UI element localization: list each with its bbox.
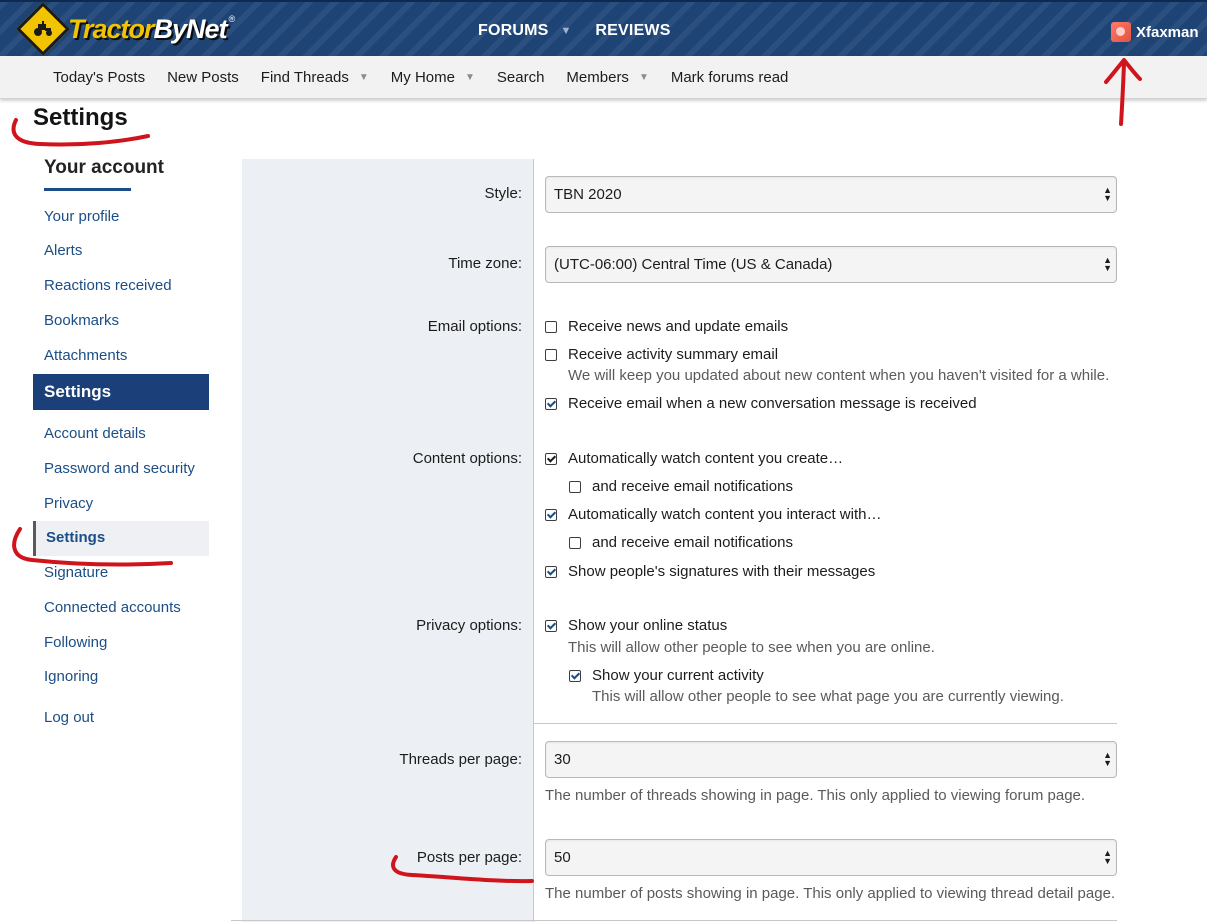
option-label: Show your current activity [592,667,764,684]
email-summary-option[interactable]: Receive activity summary email [545,346,778,363]
email-summary-hint: We will keep you updated about new conte… [568,367,1110,384]
subnav-new-posts[interactable]: New Posts [167,69,239,86]
sidebar-item-privacy[interactable]: Privacy [44,495,93,512]
style-label: Style: [484,185,522,202]
sidebar-item-bookmarks[interactable]: Bookmarks [44,312,119,329]
sidebar-item-your-profile[interactable]: Your profile [44,208,119,225]
sidebar-item-account-details[interactable]: Account details [44,425,146,442]
posts-per-page-hint: The number of posts showing in page. Thi… [545,885,1116,902]
threads-per-page-hint: The number of threads showing in page. T… [545,787,1086,804]
sidebar-heading: Your account [44,157,164,178]
posts-per-page-label: Posts per page: [416,849,522,866]
option-label: and receive email notifications [592,478,793,495]
sidebar-item-signature[interactable]: Signature [44,564,108,581]
avatar[interactable] [1111,22,1131,42]
timezone-select[interactable]: (UTC-06:00) Central Time (US & Canada) ▲… [545,246,1117,283]
select-arrows-icon: ▲ ▼ [1103,848,1112,866]
watch-create-email-option[interactable]: and receive email notifications [569,478,793,495]
threads-per-page-select[interactable]: 30 ▲ ▼ [545,741,1117,778]
option-label: Automatically watch content you create… [568,450,844,467]
sidebar-item-following[interactable]: Following [44,634,107,651]
option-label: Show your online status [568,617,728,634]
sidebar-item-password-security[interactable]: Password and security [44,460,195,477]
watch-interact-email-option[interactable]: and receive email notifications [569,534,793,551]
chevron-down-icon[interactable]: ▼ [561,25,572,37]
option-label: Automatically watch content you interact… [568,506,882,523]
form-section-separator [534,723,1117,724]
signatures-option[interactable]: Show people's signatures with their mess… [545,563,875,580]
sidebar-item-logout[interactable]: Log out [44,709,94,726]
sidebar-item-reactions[interactable]: Reactions received [44,277,172,294]
checkbox-checked[interactable] [569,670,581,682]
form-bottom-border [231,920,1117,921]
email-options-label: Email options: [427,318,522,335]
chevron-down-icon[interactable]: ▼ [465,72,475,83]
option-label: Receive email when a new conversation me… [568,395,977,412]
option-label: and receive email notifications [592,534,793,551]
user-menu[interactable]: Xfaxman [1111,22,1199,42]
timezone-label: Time zone: [448,255,522,272]
chevron-down-icon[interactable]: ▼ [639,72,649,83]
online-status-option[interactable]: Show your online status [545,617,727,634]
threads-per-page-value: 30 [554,751,571,768]
current-activity-hint: This will allow other people to see what… [592,688,1064,705]
current-activity-option[interactable]: Show your current activity [569,667,764,684]
checkbox-checked[interactable] [545,509,557,521]
sub-navigation: Today's Posts New Posts Find Threads ▼ M… [0,56,1207,99]
sidebar-heading-underline [44,188,131,191]
email-news-option[interactable]: Receive news and update emails [545,318,788,335]
posts-per-page-select[interactable]: 50 ▲ ▼ [545,839,1117,876]
logo-trademark: ® [228,14,236,24]
select-arrows-icon: ▲ ▼ [1103,255,1112,273]
select-arrows-icon: ▲ ▼ [1103,185,1112,203]
style-select[interactable]: TBN 2020 ▲ ▼ [545,176,1117,213]
checkbox-checked[interactable] [545,398,557,410]
subnav-my-home[interactable]: My Home [391,69,455,86]
sidebar-item-settings[interactable]: Settings [33,521,209,556]
sidebar-item-attachments[interactable]: Attachments [44,347,127,364]
site-logo[interactable]: TractorByNet ® [16,2,236,56]
subnav-find-threads[interactable]: Find Threads [261,69,349,86]
checkbox-checked[interactable] [545,620,557,632]
nav-reviews[interactable]: REVIEWS [595,22,670,40]
checkbox[interactable] [569,537,581,549]
online-status-hint: This will allow other people to see when… [568,639,935,656]
checkbox-checked[interactable] [545,566,557,578]
timezone-select-value: (UTC-06:00) Central Time (US & Canada) [554,256,833,273]
username[interactable]: Xfaxman [1136,24,1199,41]
subnav-mark-forums-read[interactable]: Mark forums read [671,69,789,86]
posts-per-page-value: 50 [554,849,571,866]
select-arrows-icon: ▲ ▼ [1103,750,1112,768]
checkbox[interactable] [569,481,581,493]
option-label: Receive activity summary email [568,346,779,363]
logo-wordmark: TractorByNet [68,13,228,44]
content-options-label: Content options: [412,450,522,467]
form-divider [533,159,534,922]
form-label-column [242,159,534,922]
subnav-search[interactable]: Search [497,69,545,86]
checkbox-checked[interactable] [545,453,557,465]
tractor-sign-icon [16,2,70,56]
privacy-options-label: Privacy options: [416,617,522,634]
sidebar-item-alerts[interactable]: Alerts [44,242,82,259]
sidebar-item-ignoring[interactable]: Ignoring [44,668,98,685]
subnav-members[interactable]: Members [566,69,629,86]
email-conversation-option[interactable]: Receive email when a new conversation me… [545,395,977,412]
main-nav: FORUMS ▼ REVIEWS [478,22,671,40]
checkbox[interactable] [545,349,557,361]
threads-per-page-label: Threads per page: [399,751,522,768]
chevron-down-icon[interactable]: ▼ [359,72,369,83]
option-label: Receive news and update emails [568,318,789,335]
sidebar-section-settings: Settings [33,374,209,410]
option-label: Show people's signatures with their mess… [568,563,876,580]
style-select-value: TBN 2020 [554,186,622,203]
subnav-todays-posts[interactable]: Today's Posts [53,69,145,86]
checkbox[interactable] [545,321,557,333]
sidebar-item-connected-accounts[interactable]: Connected accounts [44,599,181,616]
watch-create-option[interactable]: Automatically watch content you create… [545,450,843,467]
nav-forums[interactable]: FORUMS [478,22,549,40]
watch-interact-option[interactable]: Automatically watch content you interact… [545,506,881,523]
site-header: TractorByNet ® FORUMS ▼ REVIEWS Xfaxman [0,0,1207,56]
page-title: Settings [33,104,128,131]
